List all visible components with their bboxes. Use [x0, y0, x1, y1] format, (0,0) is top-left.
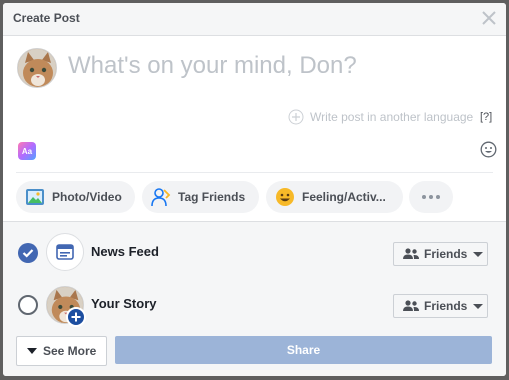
tag-friends-icon: [151, 188, 171, 207]
feeling-emoji-icon: [276, 188, 294, 206]
share-label: Share: [286, 343, 321, 357]
photo-video-icon: [26, 189, 44, 205]
plus-circle-icon: [288, 109, 304, 125]
news-feed-checkbox[interactable]: [18, 243, 38, 263]
photo-video-button[interactable]: Photo/Video: [16, 181, 135, 213]
friends-icon: [403, 248, 419, 259]
see-more-button[interactable]: See More: [16, 336, 107, 366]
emoji-icon[interactable]: [480, 141, 497, 158]
translate-link[interactable]: Write post in another language: [288, 109, 473, 125]
see-more-label: See More: [43, 344, 97, 358]
more-options-button[interactable]: [409, 181, 453, 213]
divider: [16, 172, 493, 173]
checkmark-icon: [22, 249, 34, 258]
more-dots-icon: [422, 195, 440, 199]
translate-link-label: Write post in another language: [310, 110, 474, 124]
news-feed-icon: [46, 233, 84, 271]
add-story-icon: [66, 307, 86, 327]
chevron-down-icon: [473, 251, 484, 257]
caret-down-icon: [27, 348, 37, 354]
tag-friends-label: Tag Friends: [178, 190, 246, 204]
text-format-icon[interactable]: Aa: [18, 142, 36, 160]
news-feed-audience-label: Friends: [424, 247, 468, 261]
post-text-input[interactable]: What's on your mind, Don?: [68, 52, 357, 80]
close-icon[interactable]: [480, 9, 498, 27]
feeling-activity-button[interactable]: Feeling/Activ...: [266, 181, 403, 213]
composer-avatar: [17, 48, 57, 88]
dialog-title: Create Post: [13, 11, 80, 25]
news-feed-audience-selector[interactable]: Friends: [393, 242, 488, 266]
your-story-checkbox[interactable]: [18, 295, 38, 315]
chevron-down-icon: [473, 303, 484, 309]
your-story-label: Your Story: [91, 296, 157, 311]
help-link[interactable]: [?]: [480, 111, 492, 123]
create-post-dialog: Create Post What's on your mind, Don? Wr…: [3, 3, 506, 376]
your-story-audience-selector[interactable]: Friends: [393, 294, 488, 318]
dialog-header: Create Post: [3, 3, 506, 36]
news-feed-label: News Feed: [91, 244, 159, 259]
photo-video-label: Photo/Video: [52, 190, 122, 204]
your-story-audience-label: Friends: [424, 299, 468, 313]
share-button[interactable]: Share: [115, 336, 492, 364]
friends-icon: [403, 300, 419, 311]
feeling-activity-label: Feeling/Activ...: [302, 190, 386, 204]
tag-friends-button[interactable]: Tag Friends: [142, 181, 259, 213]
